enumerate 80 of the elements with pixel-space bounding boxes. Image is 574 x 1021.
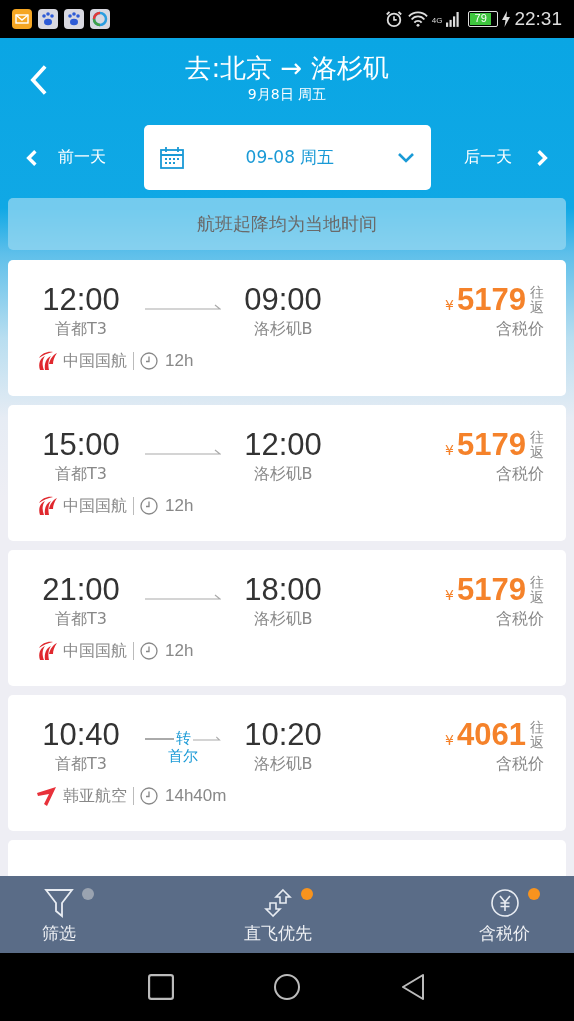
transfer-label: 转 — [176, 729, 191, 747]
home-icon[interactable] — [274, 974, 300, 1000]
network-type: 4G — [431, 16, 443, 25]
departure-airport: 首都T3 — [55, 463, 107, 485]
arrival-time: 09:00 — [244, 282, 322, 318]
wifi-icon — [407, 10, 428, 28]
currency-symbol: ¥ — [445, 587, 455, 603]
price: 5179 — [457, 282, 526, 318]
clock-icon — [140, 787, 158, 805]
ring-app-icon — [90, 9, 110, 29]
trip-type: 往返 — [530, 430, 544, 460]
date-subtitle: 9月8日 周五 — [247, 85, 327, 104]
paw-app-icon — [38, 9, 58, 29]
filter-icon — [44, 888, 74, 918]
departure-airport: 首都T3 — [55, 608, 107, 630]
clock-icon — [140, 497, 158, 515]
chevron-down-icon — [396, 152, 415, 163]
calendar-icon — [159, 146, 184, 169]
price-note: 含税价 — [496, 463, 544, 485]
arrival-airport: 洛杉矶B — [253, 463, 313, 485]
toolbar-button[interactable]: 筛选 — [16, 876, 102, 953]
departure-airport: 首都T3 — [55, 318, 107, 340]
price: 4061 — [457, 717, 526, 753]
trip-type: 往返 — [530, 720, 544, 750]
paw-app-icon — [64, 9, 84, 29]
price-note: 含税价 — [496, 753, 544, 775]
clock-time: 22:31 — [514, 8, 562, 30]
arrival-time: 12:00 — [244, 427, 322, 463]
flight-duration: 12h — [165, 641, 194, 661]
chevron-left-icon — [26, 148, 38, 167]
recent-apps-icon[interactable] — [148, 974, 174, 1000]
charging-icon — [502, 11, 511, 27]
airline-name: 韩亚航空 — [63, 785, 127, 807]
next-day-button[interactable]: 后一天 — [430, 137, 574, 178]
price: 5179 — [457, 427, 526, 463]
notice-banner: 航班起降均为当地时间 — [8, 198, 566, 250]
airline-name: 中国国航 — [63, 495, 127, 517]
price-note: 含税价 — [496, 318, 544, 340]
price: 5179 — [457, 572, 526, 608]
trip-type: 往返 — [530, 575, 544, 605]
airline-logo-icon — [36, 785, 58, 807]
arrival-time: 10:20 — [244, 717, 322, 753]
battery-indicator: 79 — [468, 11, 499, 27]
flight-duration: 12h — [165, 496, 194, 516]
airline-logo-icon — [36, 495, 58, 517]
trip-type: 往返 — [530, 285, 544, 315]
currency-symbol: ¥ — [445, 732, 455, 748]
back-icon[interactable] — [400, 974, 426, 1000]
departure-airport: 首都T3 — [55, 753, 107, 775]
route-title: 去:北京 → 洛杉矶 — [185, 52, 389, 84]
flight-duration: 12h — [165, 351, 194, 371]
flight-duration: 14h40m — [165, 786, 227, 806]
arrival-airport: 洛杉矶B — [253, 753, 313, 775]
toolbar-button[interactable]: 含税价 — [453, 876, 556, 953]
currency-symbol: ¥ — [445, 297, 455, 313]
clock-icon — [140, 642, 158, 660]
airline-logo-icon — [36, 640, 58, 662]
route-line — [145, 738, 174, 740]
currency-symbol: ¥ — [445, 442, 455, 458]
up-down-arrows-icon — [262, 888, 293, 918]
airline-logo-icon — [36, 350, 58, 372]
airline-name: 中国国航 — [63, 640, 127, 662]
toolbar-button[interactable]: 直飞优先 — [217, 876, 338, 953]
date-picker[interactable]: 09-08 周五 — [143, 125, 431, 190]
airline-name: 中国国航 — [63, 350, 127, 372]
arrival-airport: 洛杉矶B — [253, 608, 313, 630]
mail-app-icon — [12, 9, 32, 29]
departure-time: 12:00 — [42, 282, 120, 318]
previous-day-button[interactable]: 前一天 — [0, 137, 144, 178]
transfer-city: 首尔 — [168, 747, 198, 765]
arrival-airport: 洛杉矶B — [253, 318, 313, 340]
clock-icon — [140, 352, 158, 370]
chevron-right-icon — [536, 148, 548, 167]
arrival-time: 18:00 — [244, 572, 322, 608]
departure-time: 21:00 — [42, 572, 120, 608]
yen-circle-icon — [489, 888, 520, 918]
price-note: 含税价 — [496, 608, 544, 630]
signal-icon — [446, 10, 461, 28]
departure-time: 15:00 — [42, 427, 120, 463]
departure-time: 10:40 — [42, 717, 120, 753]
